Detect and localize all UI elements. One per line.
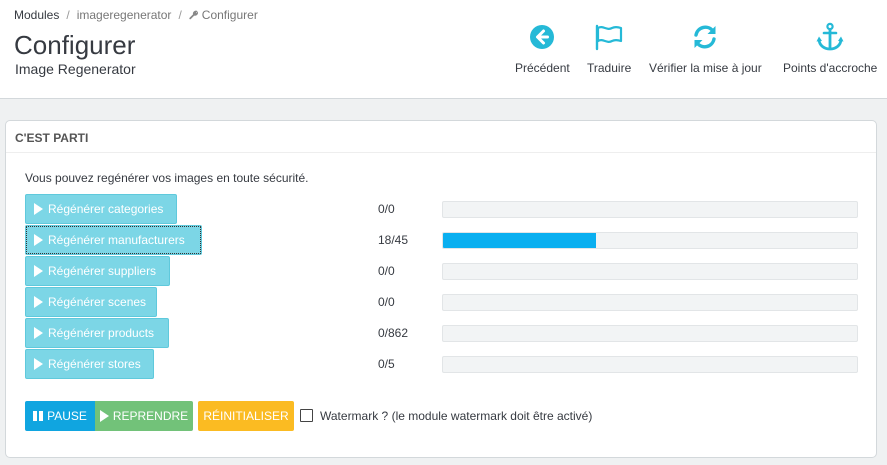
regen-row-scenes: Régénérer scenes 0/0 (25, 287, 865, 317)
regenerate-scenes-label: Régénérer scenes (48, 295, 147, 309)
breadcrumb: Modules / imageregenerator / Configurer (14, 8, 258, 22)
intro-text: Vous pouvez regénérer vos images en tout… (25, 171, 309, 185)
resume-button[interactable]: REPRENDRE (95, 401, 193, 431)
hooks-button[interactable]: Points d'accroche (783, 22, 877, 75)
play-icon (34, 358, 43, 370)
regen-row-manufacturers: Régénérer manufacturers 18/45 (25, 225, 865, 255)
translate-button[interactable]: Traduire (587, 22, 631, 75)
regenerate-suppliers-button[interactable]: Régénérer suppliers (25, 256, 170, 286)
regen-count: 0/0 (378, 202, 395, 216)
play-icon (34, 265, 43, 277)
play-icon (34, 296, 43, 308)
back-button[interactable]: Précédent (515, 22, 570, 75)
breadcrumb-separator: / (66, 8, 70, 22)
page-title: Configurer (14, 30, 136, 60)
hooks-button-label: Points d'accroche (783, 61, 878, 75)
regen-row-categories: Régénérer categories 0/0 (25, 194, 865, 224)
page-header: Modules / imageregenerator / Configurer … (0, 0, 887, 99)
breadcrumb-modules[interactable]: Modules (14, 8, 59, 22)
regenerate-products-label: Régénérer products (48, 326, 155, 340)
controls-bar: PAUSE REPRENDRE RÉINITIALISER Watermark … (25, 401, 725, 431)
translate-button-label: Traduire (587, 61, 632, 75)
regenerate-stores-button[interactable]: Régénérer stores (25, 349, 154, 379)
anchor-icon (815, 22, 845, 52)
regenerate-categories-button[interactable]: Régénérer categories (25, 194, 177, 224)
reset-button-label: RÉINITIALISER (203, 409, 289, 423)
play-icon (34, 327, 43, 339)
progress-bar (442, 325, 858, 342)
play-icon (34, 203, 43, 215)
breadcrumb-module-name[interactable]: imageregenerator (77, 8, 172, 22)
check-update-button-label: Vérifier la mise à jour (649, 61, 762, 75)
progress-bar (442, 263, 858, 280)
regenerate-products-button[interactable]: Régénérer products (25, 318, 169, 348)
regen-count: 18/45 (378, 233, 409, 247)
breadcrumb-separator: / (178, 8, 182, 22)
regenerate-suppliers-label: Régénérer suppliers (48, 264, 157, 278)
regenerate-panel: C'EST PARTI Vous pouvez regénérer vos im… (5, 120, 877, 458)
progress-bar (442, 201, 858, 218)
regenerate-manufacturers-label: Régénérer manufacturers (48, 233, 185, 247)
resume-button-label: REPRENDRE (112, 409, 189, 423)
check-update-button[interactable]: Vérifier la mise à jour (649, 22, 762, 75)
flag-icon (594, 22, 624, 52)
arrow-circle-left-icon (527, 22, 557, 52)
pause-button-label: PAUSE (47, 409, 87, 423)
back-button-label: Précédent (515, 61, 570, 75)
regenerate-manufacturers-button[interactable]: Régénérer manufacturers (25, 225, 202, 255)
watermark-checkbox[interactable] (300, 409, 313, 422)
watermark-label[interactable]: Watermark ? (le module watermark doit êt… (320, 409, 592, 423)
panel-heading: C'EST PARTI (6, 121, 876, 153)
reset-button[interactable]: RÉINITIALISER (198, 401, 294, 431)
regenerate-scenes-button[interactable]: Régénérer scenes (25, 287, 157, 317)
wrench-icon (189, 10, 198, 20)
pause-icon (33, 411, 44, 421)
breadcrumb-current: Configurer (189, 8, 258, 22)
regen-count: 0/5 (378, 357, 395, 371)
progress-bar (442, 232, 858, 249)
regen-count: 0/0 (378, 295, 395, 309)
regenerate-stores-label: Régénérer stores (48, 357, 141, 371)
progress-fill (443, 233, 597, 248)
regen-row-stores: Régénérer stores 0/5 (25, 349, 865, 379)
breadcrumb-current-label: Configurer (201, 8, 258, 22)
regen-row-suppliers: Régénérer suppliers 0/0 (25, 256, 865, 286)
regen-count: 0/862 (378, 326, 409, 340)
play-icon (99, 410, 109, 422)
progress-bar (442, 294, 858, 311)
pause-button[interactable]: PAUSE (25, 401, 95, 431)
regenerate-categories-label: Régénérer categories (48, 202, 164, 216)
refresh-icon (690, 22, 720, 52)
regen-row-products: Régénérer products 0/862 (25, 318, 865, 348)
page-subtitle: Image Regenerator (15, 61, 136, 77)
regen-count: 0/0 (378, 264, 395, 278)
progress-bar (442, 356, 858, 373)
play-icon (34, 234, 43, 246)
